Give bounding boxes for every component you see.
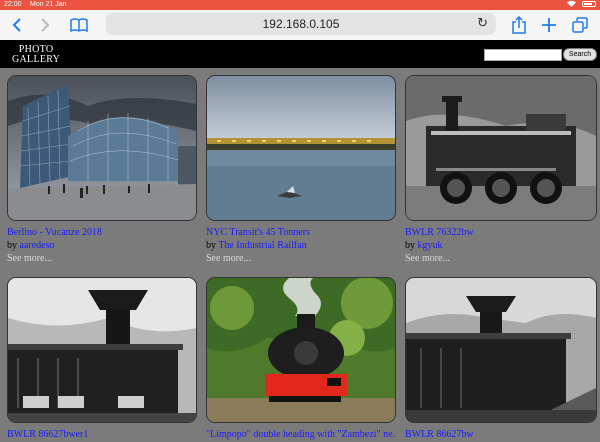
photo-thumbnail[interactable] [405, 75, 597, 221]
photo-card: NYC Transit's 45 Tonners by The Industri… [206, 75, 396, 264]
author-link[interactable]: The Industrial Railfan [218, 240, 306, 251]
url-text: 192.168.0.105 [262, 17, 340, 31]
photo-card: Berlino - Vucanze 2018 by aaredeso See m… [7, 75, 197, 264]
byline-prefix: by [405, 240, 415, 251]
photo-card: BWLR 76322bw by kgyuk See more... [405, 75, 597, 264]
book-icon[interactable] [68, 14, 90, 36]
address-bar[interactable]: 192.168.0.105 ↻ [106, 13, 496, 35]
photo-card: BWLR 86627bwer1 [7, 277, 197, 440]
status-date: Mon 21 Jan [30, 1, 67, 8]
tabs-icon[interactable] [569, 14, 591, 36]
photo-thumbnail[interactable] [7, 75, 197, 221]
share-icon[interactable] [508, 14, 530, 36]
reload-icon[interactable]: ↻ [477, 13, 488, 35]
photo-card: "Limpopo" double heading with "Zambezi" … [206, 277, 396, 440]
photo-thumbnail[interactable] [405, 277, 597, 423]
photo-title[interactable]: "Limpopo" double heading with "Zambezi" … [206, 429, 396, 440]
logo-line-2: GALLERY [12, 54, 61, 65]
forward-icon[interactable] [34, 14, 56, 36]
photo-title[interactable]: Berlino - Vucanze 2018 [7, 227, 197, 238]
photo-title[interactable]: BWLR 86627bwer1 [7, 429, 197, 440]
photo-thumbnail[interactable] [7, 277, 197, 423]
photo-title[interactable]: BWLR 76322bw [405, 227, 595, 238]
photo-thumbnail[interactable] [206, 75, 396, 221]
site-logo[interactable]: PHOTO GALLERY [12, 45, 60, 65]
search-button[interactable]: Search [563, 48, 597, 61]
photo-title[interactable]: NYC Transit's 45 Tonners [206, 227, 396, 238]
browser-toolbar: 192.168.0.105 ↻ [0, 10, 600, 41]
plus-icon[interactable] [538, 14, 560, 36]
back-icon[interactable] [6, 14, 28, 36]
see-more-link[interactable]: See more... [206, 253, 396, 264]
author-link[interactable]: kgyuk [418, 240, 443, 251]
see-more-link[interactable]: See more... [405, 253, 595, 264]
photo-title[interactable]: BWLR 86627bw [405, 429, 595, 440]
see-more-link[interactable]: See more... [7, 253, 197, 264]
photo-thumbnail[interactable] [206, 277, 396, 423]
wifi-icon [567, 0, 576, 7]
photo-byline: by aaredeso [7, 240, 197, 251]
site-header: PHOTO GALLERY Search [0, 40, 600, 68]
photo-byline: by The Industrial Railfan [206, 240, 396, 251]
photo-byline: by kgyuk [405, 240, 595, 251]
author-link[interactable]: aaredeso [20, 240, 55, 251]
search-input[interactable] [484, 49, 562, 61]
byline-prefix: by [206, 240, 216, 251]
status-indicators [567, 0, 596, 7]
byline-prefix: by [7, 240, 17, 251]
status-bar: 22:00 Mon 21 Jan [0, 0, 600, 10]
status-time: 22:00 [4, 1, 22, 8]
battery-icon [582, 0, 596, 7]
photo-card: BWLR 86627bw [405, 277, 597, 440]
